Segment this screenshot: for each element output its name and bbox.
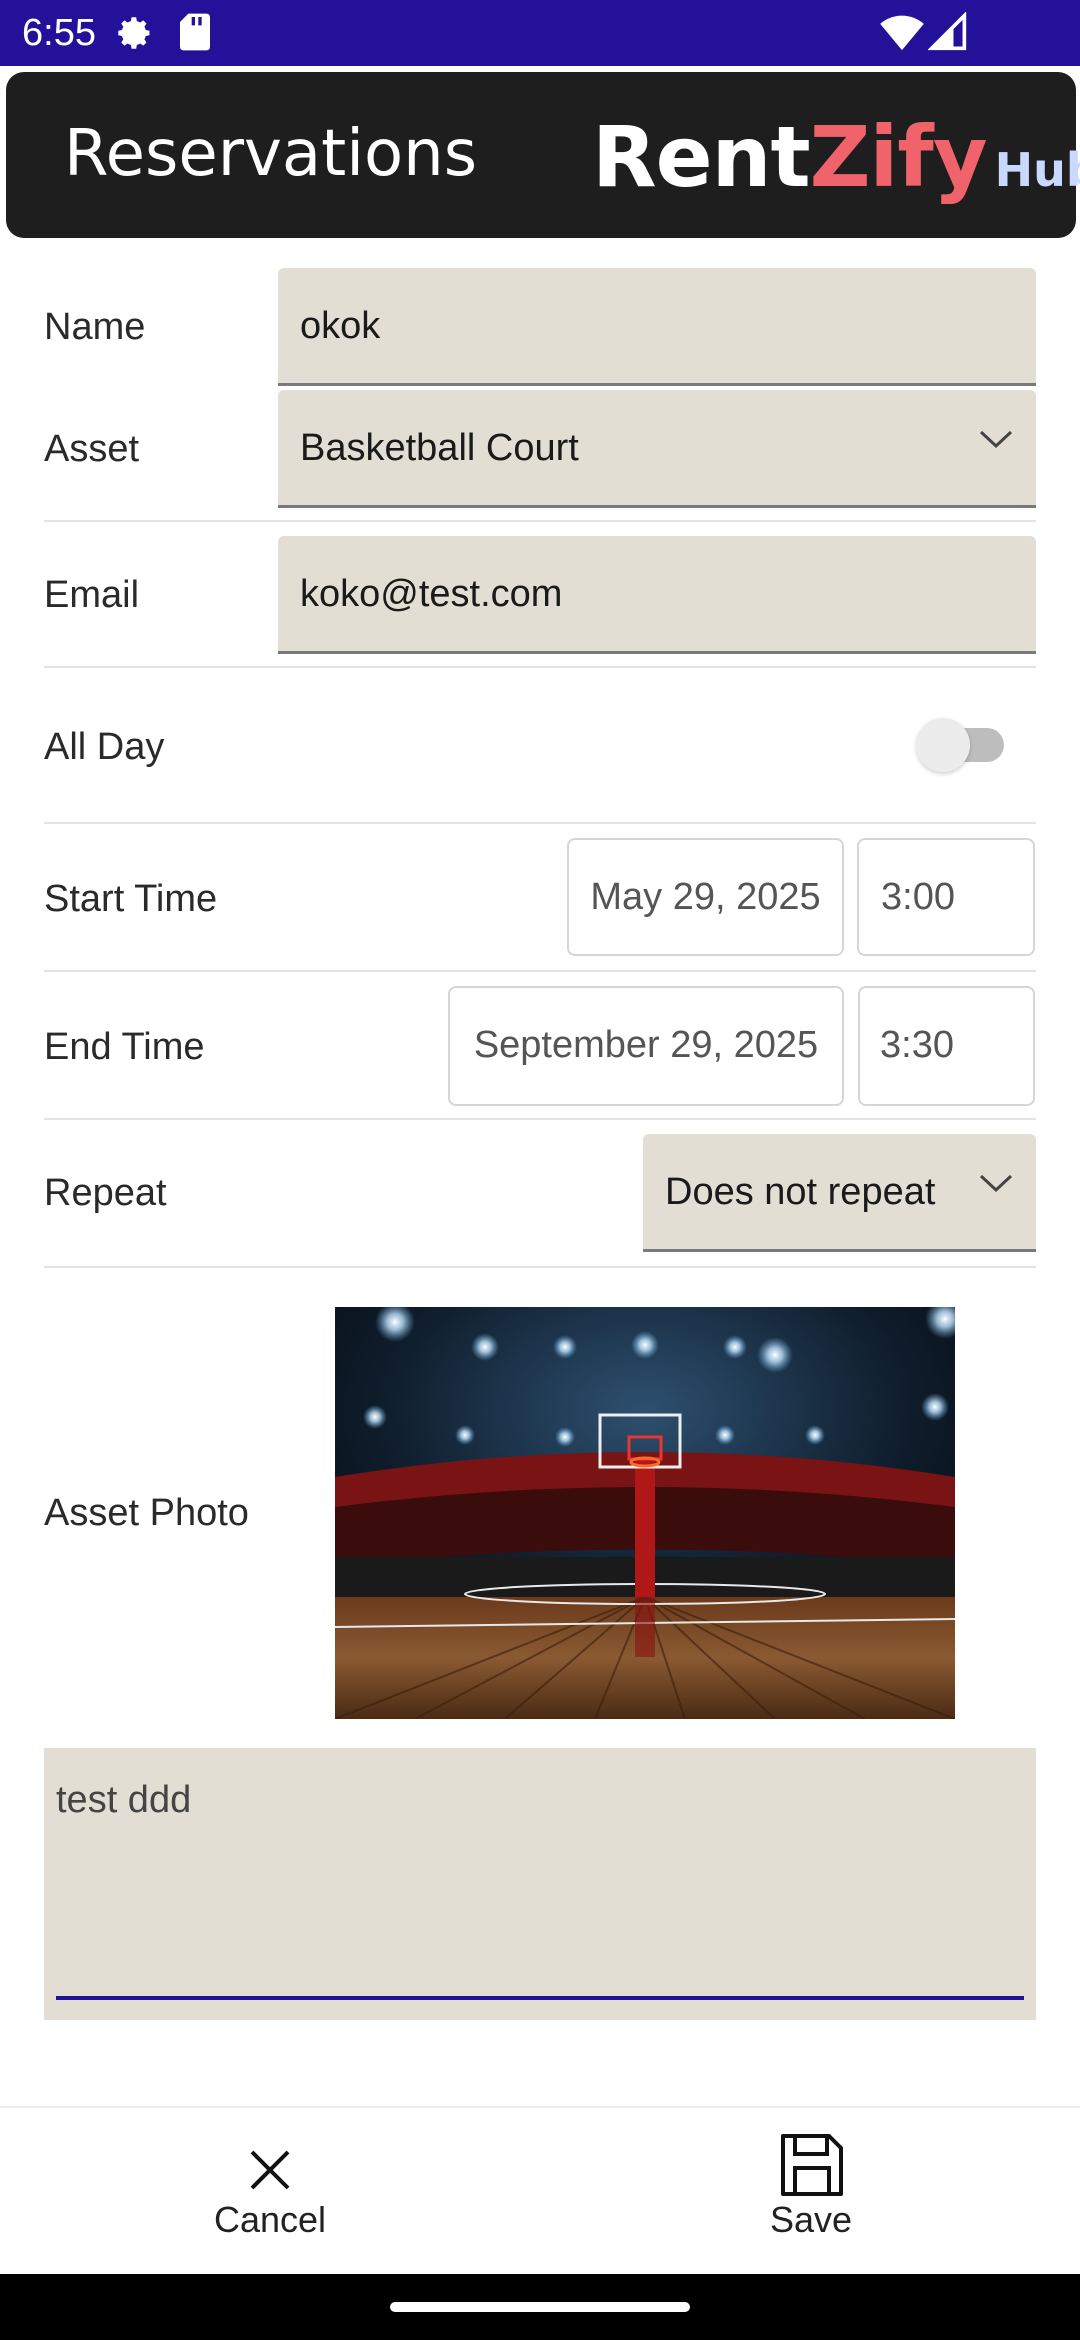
- sd-card-icon: [178, 12, 212, 56]
- logo-hub: Hub: [994, 143, 1080, 197]
- start-date-value: May 29, 2025: [590, 876, 821, 918]
- divider: [44, 666, 1036, 668]
- asset-label: Asset: [44, 428, 140, 470]
- toggle-thumb: [916, 718, 970, 772]
- divider: [44, 520, 1036, 522]
- email-value: koko@test.com: [300, 573, 563, 615]
- email-field[interactable]: koko@test.com: [278, 536, 1036, 654]
- save-icon: [777, 2130, 847, 2204]
- all-day-label: All Day: [44, 726, 165, 768]
- end-time-value: 3:30: [880, 1024, 954, 1066]
- settings-gear-icon: [112, 12, 154, 58]
- save-button[interactable]: Save: [691, 2120, 931, 2250]
- start-time-picker[interactable]: 3:00: [857, 838, 1035, 956]
- close-icon: [246, 2146, 294, 2198]
- asset-photo-label: Asset Photo: [44, 1492, 249, 1534]
- email-label: Email: [44, 574, 140, 616]
- home-handle[interactable]: [390, 2302, 690, 2312]
- asset-value: Basketball Court: [300, 427, 579, 469]
- cancel-button[interactable]: Cancel: [150, 2120, 390, 2250]
- chevron-down-icon: [978, 1172, 1014, 1198]
- notes-value: test ddd: [56, 1779, 192, 1821]
- name-value: okok: [300, 305, 381, 347]
- notes-textarea[interactable]: test ddd: [44, 1748, 1036, 2020]
- divider: [44, 822, 1036, 824]
- cell-signal-icon: [927, 11, 968, 56]
- divider: [44, 1118, 1036, 1120]
- repeat-select[interactable]: Does not repeat: [643, 1134, 1036, 1252]
- system-nav-bar: [0, 2274, 1080, 2340]
- start-time-label: Start Time: [44, 878, 218, 920]
- status-bar: 6:55: [0, 0, 1080, 66]
- asset-select[interactable]: Basketball Court: [278, 390, 1036, 508]
- logo-zify: Zify: [809, 108, 988, 206]
- divider: [44, 970, 1036, 972]
- status-time: 6:55: [22, 12, 96, 54]
- end-date-value: September 29, 2025: [473, 1024, 819, 1066]
- divider: [44, 1266, 1036, 1268]
- app-header: Reservations RentZifyHub: [6, 72, 1080, 238]
- divider: [0, 2106, 1080, 2108]
- chevron-down-icon: [978, 428, 1014, 454]
- start-time-value: 3:00: [881, 876, 955, 918]
- app-logo: RentZifyHub: [592, 112, 1080, 202]
- end-time-picker[interactable]: 3:30: [858, 986, 1035, 1106]
- name-label: Name: [44, 306, 146, 348]
- asset-photo[interactable]: [335, 1307, 955, 1719]
- repeat-label: Repeat: [44, 1172, 167, 1214]
- start-date-picker[interactable]: May 29, 2025: [567, 838, 844, 956]
- wifi-icon: [880, 12, 924, 56]
- page-title: Reservations: [64, 117, 478, 191]
- save-label: Save: [769, 2199, 853, 2240]
- repeat-value: Does not repeat: [665, 1171, 936, 1213]
- end-time-label: End Time: [44, 1026, 205, 1068]
- focus-underline: [56, 1996, 1024, 2000]
- name-input[interactable]: okok: [278, 268, 1036, 386]
- cancel-label: Cancel: [213, 2199, 327, 2240]
- end-date-picker[interactable]: September 29, 2025: [448, 986, 844, 1106]
- logo-rent: Rent: [592, 108, 811, 206]
